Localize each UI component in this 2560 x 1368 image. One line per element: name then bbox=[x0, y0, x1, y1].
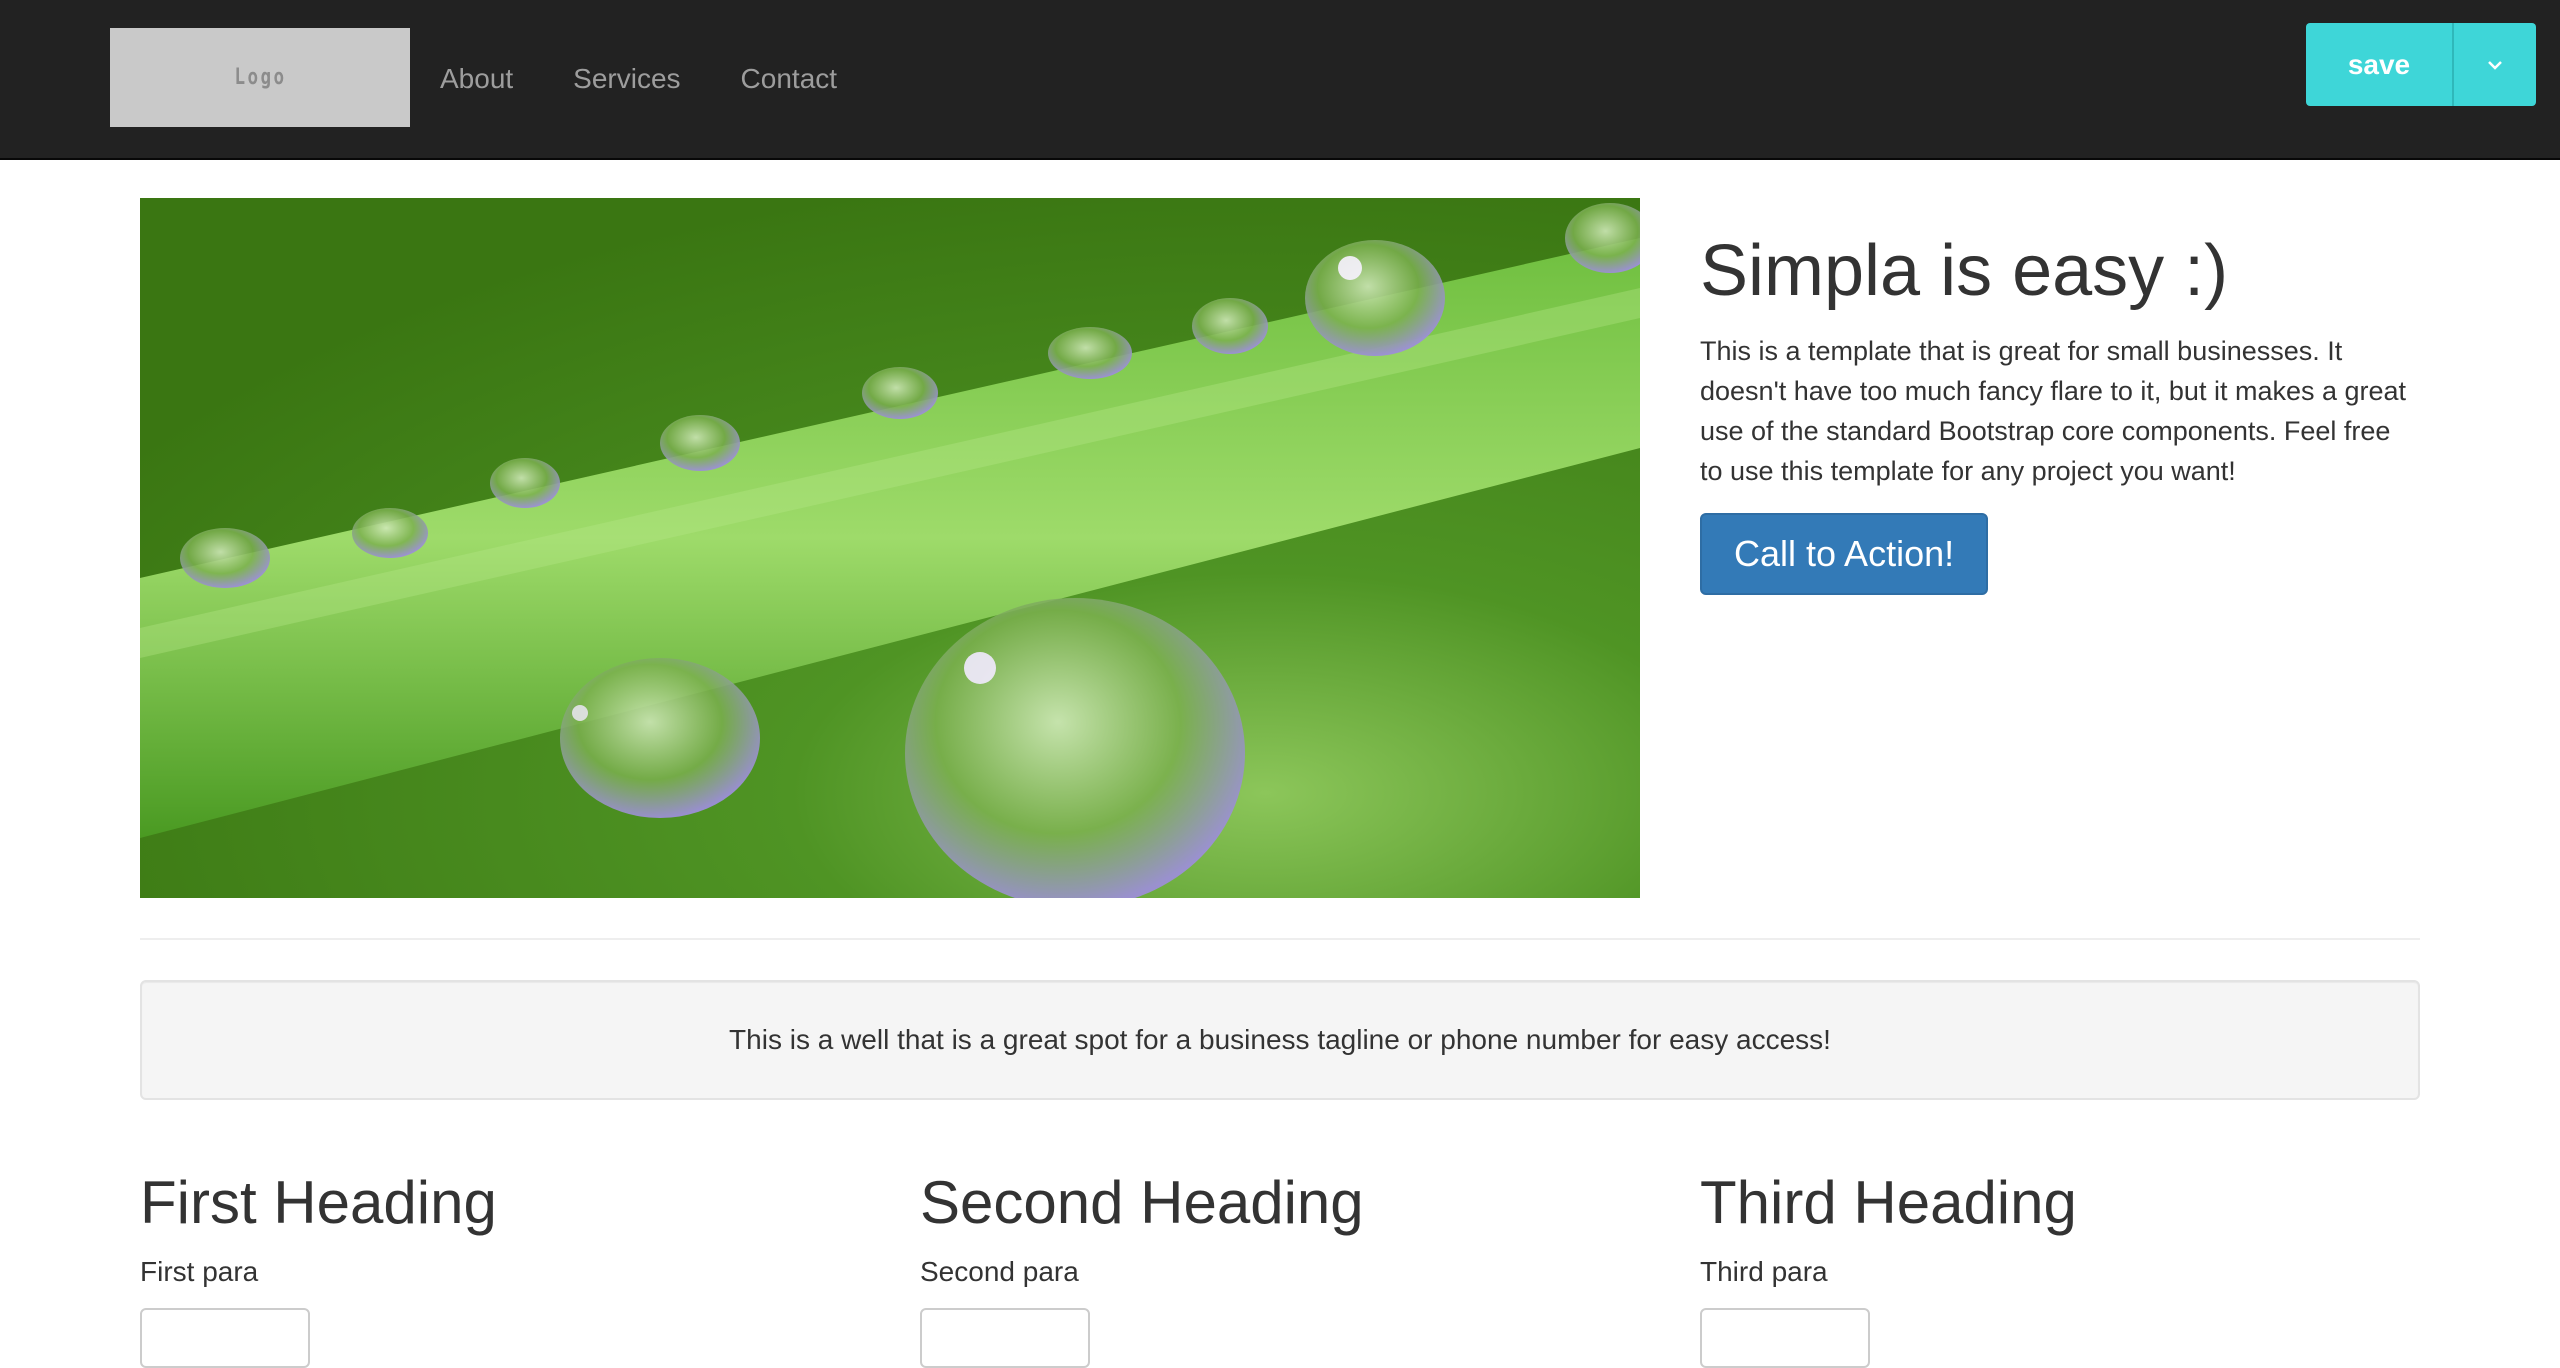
logo[interactable]: Logo bbox=[110, 28, 410, 127]
column-third: Third Heading Third para bbox=[1700, 1170, 2400, 1368]
water-droplets-on-grass-photo-icon bbox=[140, 198, 1640, 898]
nav-link-about[interactable]: About bbox=[410, 63, 543, 95]
tagline-text: This is a well that is a great spot for … bbox=[729, 1024, 1831, 1055]
hero-paragraph: This is a template that is great for sma… bbox=[1700, 335, 2407, 486]
column-heading: Third Heading bbox=[1700, 1169, 2077, 1236]
hero-image bbox=[140, 198, 1640, 898]
column-button[interactable] bbox=[140, 1308, 310, 1368]
logo-text: Logo bbox=[233, 65, 286, 90]
column-paragraph: First para bbox=[140, 1256, 259, 1287]
nav-link-services[interactable]: Services bbox=[543, 63, 710, 95]
column-second: Second Heading Second para bbox=[920, 1170, 1620, 1368]
column-first: First Heading First para bbox=[140, 1170, 840, 1368]
hero-text: Simpla is easy :) This is a template tha… bbox=[1700, 230, 2420, 595]
chevron-down-icon bbox=[2488, 60, 2502, 70]
save-button-group: save bbox=[2306, 23, 2536, 106]
hero-title: Simpla is easy :) bbox=[1700, 231, 2229, 311]
column-paragraph: Second para bbox=[920, 1256, 1079, 1287]
column-heading: First Heading bbox=[140, 1169, 497, 1236]
column-button[interactable] bbox=[920, 1308, 1090, 1368]
column-paragraph: Third para bbox=[1700, 1256, 1828, 1287]
nav-link-contact[interactable]: Contact bbox=[711, 63, 868, 95]
tagline-well: This is a well that is a great spot for … bbox=[140, 980, 2420, 1100]
save-dropdown-toggle[interactable] bbox=[2452, 23, 2536, 106]
divider bbox=[140, 938, 2420, 940]
call-to-action-button[interactable]: Call to Action! bbox=[1700, 512, 1989, 595]
column-button[interactable] bbox=[1700, 1308, 1870, 1368]
nav-links: About Services Contact bbox=[410, 0, 867, 158]
column-heading: Second Heading bbox=[920, 1169, 1364, 1236]
save-button[interactable]: save bbox=[2306, 23, 2452, 106]
top-navbar: Logo About Services Contact save bbox=[0, 0, 2560, 160]
